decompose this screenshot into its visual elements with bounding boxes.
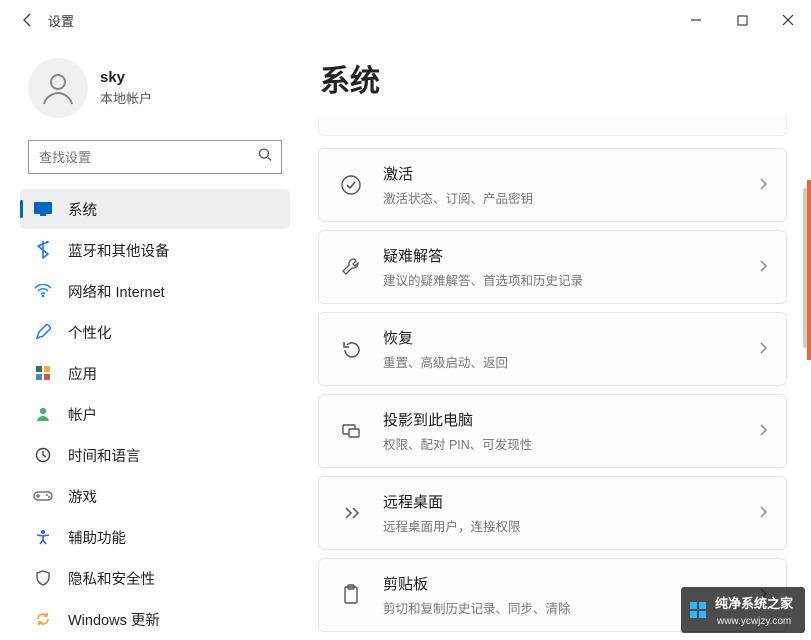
search-icon: [258, 148, 272, 167]
window-controls: [673, 0, 811, 40]
accounts-icon: [32, 403, 54, 425]
troubleshoot-icon: [337, 253, 365, 281]
sidebar-item-accessibility[interactable]: 辅助功能: [20, 517, 290, 557]
watermark-text: 纯净系统之家: [715, 596, 793, 611]
card-activation[interactable]: 激活激活状态、订阅、产品密钥: [318, 148, 787, 222]
card-title: 远程桌面: [383, 491, 758, 512]
sidebar-item-update[interactable]: Windows 更新: [20, 599, 290, 639]
main-layout: sky 本地帐户 系统蓝牙和其他设备网络和 Internet 个性化应用帐户时间和…: [0, 40, 811, 639]
edge-indicator: [807, 180, 811, 360]
chevron-right-icon: [758, 177, 768, 194]
chevron-right-icon: [758, 341, 768, 358]
sidebar-item-label: 个性化: [68, 322, 112, 343]
arrow-left-icon: [20, 12, 36, 28]
card-title: 疑难解答: [383, 245, 758, 266]
time-icon: [32, 444, 54, 466]
sidebar-item-gaming[interactable]: 游戏: [20, 476, 290, 516]
remote-icon: [337, 499, 365, 527]
personalize-icon: [32, 321, 54, 343]
avatar: [28, 58, 88, 118]
chevron-right-icon: [758, 259, 768, 276]
card-subtitle: 远程桌面用户，连接权限: [383, 516, 758, 535]
card-title: 恢复: [383, 327, 758, 348]
privacy-icon: [32, 567, 54, 589]
nav-list: 系统蓝牙和其他设备网络和 Internet 个性化应用帐户时间和语言游戏辅助功能隐…: [20, 188, 290, 640]
back-button[interactable]: [8, 0, 48, 40]
chevron-right-icon: [758, 423, 768, 440]
sidebar-item-accounts[interactable]: 帐户: [20, 394, 290, 434]
maximize-button[interactable]: [719, 0, 765, 40]
sidebar-item-network[interactable]: 网络和 Internet: [20, 271, 290, 311]
chevron-right-icon: [758, 505, 768, 522]
update-icon: [32, 608, 54, 630]
card-remote[interactable]: 远程桌面远程桌面用户，连接权限: [318, 476, 787, 550]
card-project[interactable]: 投影到此电脑权限、配对 PIN、可发现性: [318, 394, 787, 468]
search-wrap: [28, 140, 282, 174]
watermark: 纯净系统之家 www.ycwjzy.com: [681, 587, 805, 633]
sidebar-item-label: 帐户: [68, 404, 97, 425]
sidebar-item-label: 辅助功能: [68, 527, 126, 548]
minimize-icon: [690, 14, 702, 26]
card-recovery[interactable]: 恢复重置、高级启动、返回: [318, 312, 787, 386]
maximize-icon: [737, 15, 748, 26]
sidebar-item-system[interactable]: 系统: [20, 189, 290, 229]
content: 系统 激活激活状态、订阅、产品密钥疑难解答建议的疑难解答、首选项和历史记录恢复重…: [300, 40, 811, 639]
sidebar-item-privacy[interactable]: 隐私和安全性: [20, 558, 290, 598]
page-title: 系统: [320, 56, 787, 100]
card-subtitle: 重置、高级启动、返回: [383, 352, 758, 371]
sidebar-item-bluetooth[interactable]: 蓝牙和其他设备: [20, 230, 290, 270]
sidebar-item-apps[interactable]: 应用: [20, 353, 290, 393]
network-icon: [32, 280, 54, 302]
sidebar-item-time[interactable]: 时间和语言: [20, 435, 290, 475]
sidebar-item-label: 应用: [68, 363, 97, 384]
card-subtitle: 建议的疑难解答、首选项和历史记录: [383, 270, 758, 289]
sidebar-item-label: Windows 更新: [68, 609, 160, 630]
user-block[interactable]: sky 本地帐户: [20, 40, 290, 128]
gaming-icon: [32, 485, 54, 507]
card-subtitle: 权限、配对 PIN、可发现性: [383, 434, 758, 453]
card-title: 投影到此电脑: [383, 409, 758, 430]
close-icon: [782, 14, 794, 26]
clipboard-icon: [337, 581, 365, 609]
apps-icon: [32, 362, 54, 384]
project-icon: [337, 417, 365, 445]
user-subtitle: 本地帐户: [100, 88, 152, 107]
watermark-url: www.ycwjzy.com: [717, 616, 791, 627]
watermark-logo-icon: [689, 601, 707, 619]
user-name: sky: [100, 69, 152, 86]
system-icon: [32, 198, 54, 220]
card-title: 激活: [383, 163, 758, 184]
minimize-button[interactable]: [673, 0, 719, 40]
sidebar: sky 本地帐户 系统蓝牙和其他设备网络和 Internet 个性化应用帐户时间和…: [0, 40, 300, 639]
user-icon: [38, 68, 78, 108]
sidebar-item-label: 游戏: [68, 486, 97, 507]
sidebar-item-label: 系统: [68, 199, 97, 220]
partial-card: [318, 116, 787, 136]
recovery-icon: [337, 335, 365, 363]
sidebar-item-personalize[interactable]: 个性化: [20, 312, 290, 352]
sidebar-item-label: 时间和语言: [68, 445, 141, 466]
close-button[interactable]: [765, 0, 811, 40]
window-title: 设置: [48, 11, 74, 30]
sidebar-item-label: 蓝牙和其他设备: [68, 240, 170, 261]
title-bar: 设置: [0, 0, 811, 40]
search-input[interactable]: [28, 140, 282, 174]
accessibility-icon: [32, 526, 54, 548]
card-subtitle: 激活状态、订阅、产品密钥: [383, 188, 758, 207]
cards-list: 激活激活状态、订阅、产品密钥疑难解答建议的疑难解答、首选项和历史记录恢复重置、高…: [318, 148, 787, 639]
sidebar-item-label: 网络和 Internet: [68, 281, 165, 302]
activation-icon: [337, 171, 365, 199]
card-troubleshoot[interactable]: 疑难解答建议的疑难解答、首选项和历史记录: [318, 230, 787, 304]
sidebar-item-label: 隐私和安全性: [68, 568, 155, 589]
bluetooth-icon: [32, 239, 54, 261]
